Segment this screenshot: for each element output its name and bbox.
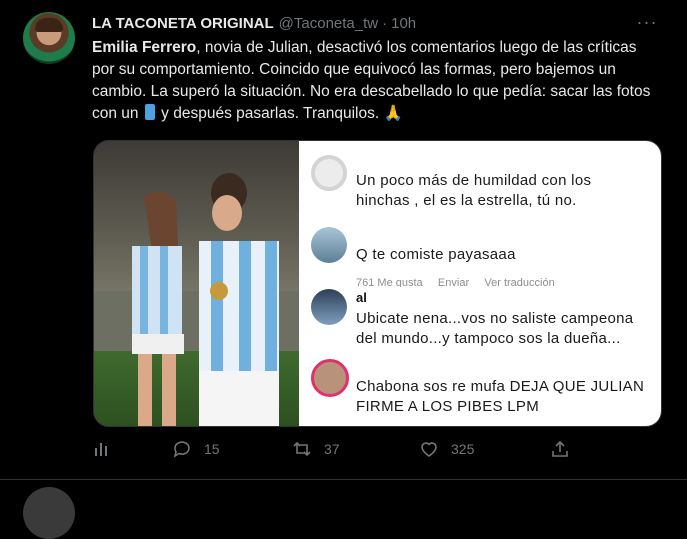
mobile-phone-emoji-icon (144, 104, 155, 120)
analytics-icon (92, 439, 112, 459)
tweet-text-part-2: y después pasarlas. Tranquilos. (156, 105, 384, 122)
tweet-actions: 15 37 325 (92, 436, 592, 462)
comment-user: al (356, 290, 367, 305)
comment-avatar (311, 155, 347, 191)
share-icon (550, 439, 570, 459)
tweet-text: Emilia Ferrero, novia de Julian, desacti… (92, 37, 657, 125)
comments-screenshot: Un poco más de humildad con los hinchas … (299, 141, 661, 426)
tweet-media[interactable]: Un poco más de humildad con los hinchas … (93, 140, 662, 427)
separator-dot: · (382, 14, 388, 32)
tweet-header: LA TACONETA ORIGINAL @Taconeta_tw · 10h (92, 13, 416, 33)
couple-photo[interactable] (94, 141, 299, 426)
reply-button[interactable]: 15 (172, 436, 220, 462)
author-name[interactable]: LA TACONETA ORIGINAL (92, 15, 274, 32)
like-button[interactable]: 325 (419, 436, 474, 462)
tweet[interactable]: LA TACONETA ORIGINAL @Taconeta_tw · 10h … (0, 0, 687, 539)
retweet-button[interactable]: 37 (292, 436, 340, 462)
next-tweet-avatar[interactable] (23, 487, 75, 539)
tweet-divider (0, 479, 687, 480)
comment-2: Q te comiste payasaaa 761 Me gusta Envia… (299, 221, 661, 291)
heart-icon (419, 439, 439, 459)
woman-figure (132, 192, 184, 426)
comment-3: al Ubicate nena...vos no saliste campeon… (299, 287, 661, 351)
comment-text: Chabona sos re mufa DEJA QUE JULIAN FIRM… (356, 378, 645, 415)
author-handle[interactable]: @Taconeta_tw (279, 15, 378, 32)
retweet-count: 37 (324, 441, 340, 457)
mention-bold: Emilia Ferrero (92, 39, 197, 56)
analytics-button[interactable] (92, 436, 112, 462)
comment-text: Ubicate nena...vos no saliste campeona d… (356, 310, 634, 347)
share-button[interactable] (550, 436, 570, 462)
comment-text: Q te comiste payasaaa (356, 246, 516, 263)
like-count: 325 (451, 441, 475, 457)
reply-count: 15 (204, 441, 220, 457)
comment-avatar (311, 227, 347, 263)
comment-text: Un poco más de humildad con los hinchas … (356, 172, 592, 209)
tweet-time[interactable]: 10h (391, 15, 416, 32)
comment-4: Chabona sos re mufa DEJA QUE JULIAN FIRM… (299, 355, 661, 425)
comment-avatar (311, 359, 349, 397)
author-avatar[interactable] (23, 12, 75, 64)
man-figure (199, 173, 279, 426)
folded-hands-emoji-icon: 🙏 (383, 105, 403, 122)
more-options-icon[interactable]: ··· (635, 10, 659, 34)
reply-icon (172, 439, 192, 459)
comment-avatar (311, 289, 347, 325)
comment-1: Un poco más de humildad con los hinchas … (299, 141, 661, 219)
retweet-icon (292, 439, 312, 459)
